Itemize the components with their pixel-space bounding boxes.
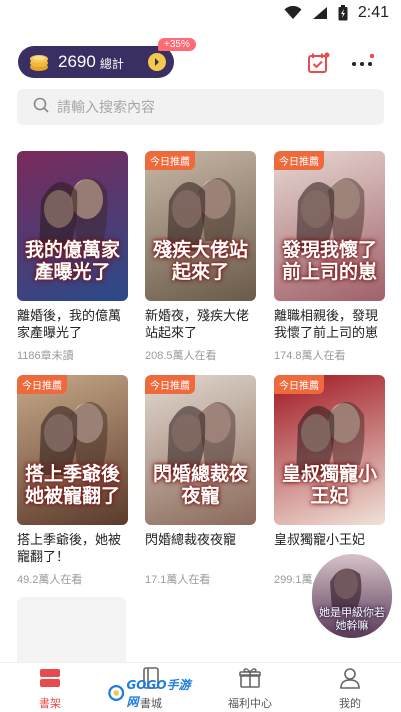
- status-time: 2:41: [357, 4, 389, 21]
- cover-tag: 今日推薦: [274, 375, 324, 394]
- cover-title: 殘疾大佬站起來了: [152, 239, 248, 283]
- book-meta: 208.5萬人在看: [145, 350, 217, 362]
- book-meta: 1186章未讀: [17, 350, 74, 362]
- bookshelf-icon: [10, 667, 90, 691]
- loading-card-placeholder: [17, 597, 126, 667]
- calendar-checkin-icon[interactable]: [306, 52, 330, 74]
- nav-profile[interactable]: 我的: [310, 667, 390, 711]
- nav-label: 書架: [39, 698, 61, 710]
- wifi-icon: [284, 6, 302, 20]
- more-icon[interactable]: [350, 52, 375, 74]
- search-icon: [33, 97, 49, 118]
- points-value: 2690: [58, 52, 96, 71]
- book-cover[interactable]: 今日推薦發現我懷了前上司的崽: [274, 151, 385, 301]
- book-title[interactable]: 閃婚總裁夜夜寵: [145, 531, 259, 548]
- book-meta: 174.8萬人在看: [274, 350, 346, 362]
- points-pill[interactable]: 2690 總計: [18, 46, 174, 78]
- book-meta: 49.2萬人在看: [17, 574, 83, 586]
- book-cover[interactable]: 今日推薦搭上季爺後她被寵翻了: [17, 375, 128, 525]
- search-input[interactable]: 請輸入搜索內容: [17, 89, 384, 125]
- nav-label: 我的: [339, 698, 361, 710]
- nav-bookshelf[interactable]: 書架: [10, 667, 90, 711]
- cover-title: 皇叔獨寵小王妃: [281, 463, 377, 507]
- book-cover[interactable]: 今日推薦皇叔獨寵小王妃: [274, 375, 385, 525]
- battery-icon: [338, 5, 348, 21]
- nav-label: 福利中心: [228, 698, 272, 710]
- coin-icon: [26, 49, 52, 75]
- cover-tag: 今日推薦: [17, 375, 67, 394]
- cover-title: 我的億萬家產曝光了: [24, 239, 120, 283]
- floating-promo-text: 她是甲級你若她幹嘛: [319, 606, 385, 632]
- book-title[interactable]: 皇叔獨寵小王妃: [274, 531, 388, 548]
- status-bar: 2:41: [0, 0, 401, 30]
- points-bonus-badge: +35%: [158, 38, 196, 51]
- watermark-logo: GOGO手游网: [108, 678, 196, 709]
- book-meta: 17.1萬人在看: [145, 574, 211, 586]
- cover-tag: 今日推薦: [274, 151, 324, 170]
- chevron-right-icon[interactable]: [148, 53, 166, 71]
- book-cover[interactable]: 今日推薦閃婚總裁夜夜寵: [145, 375, 256, 525]
- book-title[interactable]: 離職相親後，發現我懷了前上司的崽: [274, 307, 388, 341]
- watermark-text: GOGO手游网: [126, 678, 191, 709]
- profile-icon: [310, 667, 390, 691]
- search-placeholder: 請輸入搜索內容: [57, 99, 155, 115]
- book-cover[interactable]: 我的億萬家產曝光了: [17, 151, 128, 301]
- cover-title: 搭上季爺後她被寵翻了: [24, 463, 120, 507]
- book-cover[interactable]: 今日推薦殘疾大佬站起來了: [145, 151, 256, 301]
- bottom-nav: 書架 書城 福利中心 我的: [0, 662, 401, 712]
- cover-title: 閃婚總裁夜夜寵: [152, 463, 248, 507]
- signal-icon: [312, 6, 328, 20]
- book-title[interactable]: 新婚夜，殘疾大佬站起來了: [145, 307, 259, 341]
- cover-title: 發現我懷了前上司的崽: [281, 239, 377, 283]
- nav-rewards[interactable]: 福利中心: [210, 667, 290, 711]
- cover-tag: 今日推薦: [145, 375, 195, 394]
- cover-tag: 今日推薦: [145, 151, 195, 170]
- floating-promo[interactable]: 她是甲級你若她幹嘛: [312, 554, 392, 638]
- book-title[interactable]: 搭上季爺後，她被寵翻了！: [17, 531, 131, 565]
- points-suffix: 總計: [99, 57, 124, 71]
- gift-icon: [210, 667, 290, 691]
- book-title[interactable]: 離婚後，我的億萬家產曝光了: [17, 307, 131, 341]
